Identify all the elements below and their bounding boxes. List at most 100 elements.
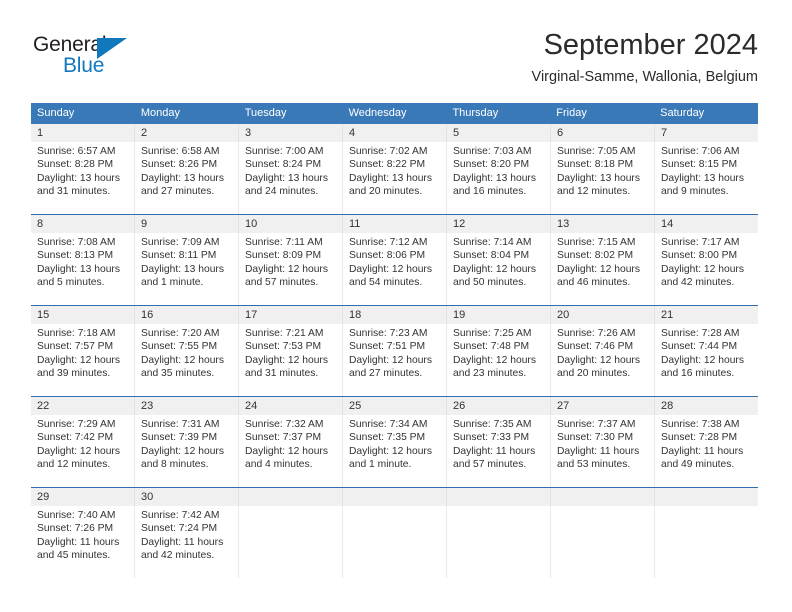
- day-number[interactable]: 17: [238, 306, 342, 324]
- sunrise-text: Sunrise: 7:37 AM: [557, 419, 636, 430]
- sunrise-text: Sunrise: 7:32 AM: [245, 419, 324, 430]
- day-number[interactable]: 21: [654, 306, 758, 324]
- daylight-text-line2: and 20 minutes.: [557, 367, 631, 379]
- day-number[interactable]: 10: [238, 215, 342, 233]
- day-number-band: 1 2 3 4 5 6 7: [31, 124, 758, 142]
- sunrise-text: Sunrise: 6:58 AM: [141, 146, 220, 157]
- day-number-band: 22 23 24 25 26 27 28: [31, 397, 758, 415]
- day-number-empty: [654, 488, 758, 506]
- daylight-text-line1: Daylight: 12 hours: [557, 354, 640, 366]
- day-number[interactable]: 2: [134, 124, 238, 142]
- daylight-text-line2: and 1 minute.: [141, 276, 204, 288]
- day-cell: Sunrise: 7:17 AM Sunset: 8:00 PM Dayligh…: [654, 233, 758, 305]
- day-cell-empty: [446, 506, 550, 578]
- daylight-text-line2: and 5 minutes.: [37, 276, 105, 288]
- day-number[interactable]: 4: [342, 124, 446, 142]
- weekday-header-row: Sunday Monday Tuesday Wednesday Thursday…: [31, 103, 758, 124]
- day-number[interactable]: 24: [238, 397, 342, 415]
- sunrise-text: Sunrise: 7:09 AM: [141, 237, 220, 248]
- day-number[interactable]: 25: [342, 397, 446, 415]
- sunset-text: Sunset: 8:22 PM: [349, 159, 426, 171]
- weekday-header-wednesday: Wednesday: [348, 107, 407, 119]
- sunrise-text: Sunrise: 7:35 AM: [453, 419, 532, 430]
- day-number[interactable]: 20: [550, 306, 654, 324]
- sunset-text: Sunset: 7:48 PM: [453, 341, 530, 353]
- daylight-text-line2: and 53 minutes.: [557, 458, 631, 470]
- daylight-text-line1: Daylight: 13 hours: [245, 172, 328, 184]
- day-cell-empty: [342, 506, 446, 578]
- day-detail-band: Sunrise: 7:18 AM Sunset: 7:57 PM Dayligh…: [31, 324, 758, 396]
- calendar-page: General Blue September 2024 Virginal-Sam…: [0, 0, 792, 612]
- page-title: September 2024: [543, 29, 758, 61]
- day-cell: Sunrise: 7:08 AM Sunset: 8:13 PM Dayligh…: [31, 233, 134, 305]
- daylight-text-line1: Daylight: 12 hours: [557, 263, 640, 275]
- sunrise-text: Sunrise: 7:23 AM: [349, 328, 428, 339]
- day-cell-empty: [238, 506, 342, 578]
- sunset-text: Sunset: 7:55 PM: [141, 341, 218, 353]
- day-number[interactable]: 14: [654, 215, 758, 233]
- sunset-text: Sunset: 8:02 PM: [557, 250, 634, 262]
- day-cell: Sunrise: 7:25 AM Sunset: 7:48 PM Dayligh…: [446, 324, 550, 396]
- day-number[interactable]: 6: [550, 124, 654, 142]
- week-row: 29 30 Sunrise: 7:40 AM Sunset: 7:26 PM D…: [31, 487, 758, 578]
- day-number[interactable]: 23: [134, 397, 238, 415]
- day-number[interactable]: 11: [342, 215, 446, 233]
- sunset-text: Sunset: 8:06 PM: [349, 250, 426, 262]
- day-number[interactable]: 9: [134, 215, 238, 233]
- day-number[interactable]: 30: [134, 488, 238, 506]
- day-cell: Sunrise: 7:03 AM Sunset: 8:20 PM Dayligh…: [446, 142, 550, 214]
- day-cell: Sunrise: 7:15 AM Sunset: 8:02 PM Dayligh…: [550, 233, 654, 305]
- sunset-text: Sunset: 7:42 PM: [37, 432, 114, 444]
- day-cell: Sunrise: 7:28 AM Sunset: 7:44 PM Dayligh…: [654, 324, 758, 396]
- sunset-text: Sunset: 8:18 PM: [557, 159, 634, 171]
- day-number-band: 8 9 10 11 12 13 14: [31, 215, 758, 233]
- sunset-text: Sunset: 7:57 PM: [37, 341, 114, 353]
- sunset-text: Sunset: 7:39 PM: [141, 432, 218, 444]
- sunrise-text: Sunrise: 7:40 AM: [37, 510, 116, 521]
- daylight-text-line1: Daylight: 11 hours: [453, 445, 536, 457]
- daylight-text-line1: Daylight: 12 hours: [349, 445, 432, 457]
- week-row: 22 23 24 25 26 27 28 Sunrise: 7:29 AM Su…: [31, 396, 758, 487]
- daylight-text-line1: Daylight: 12 hours: [245, 354, 328, 366]
- day-cell: Sunrise: 7:37 AM Sunset: 7:30 PM Dayligh…: [550, 415, 654, 487]
- daylight-text-line2: and 42 minutes.: [661, 276, 735, 288]
- sunrise-text: Sunrise: 7:34 AM: [349, 419, 428, 430]
- day-cell: Sunrise: 7:11 AM Sunset: 8:09 PM Dayligh…: [238, 233, 342, 305]
- day-number[interactable]: 15: [31, 306, 134, 324]
- day-number[interactable]: 16: [134, 306, 238, 324]
- day-number[interactable]: 27: [550, 397, 654, 415]
- daylight-text-line1: Daylight: 12 hours: [453, 263, 536, 275]
- day-number[interactable]: 28: [654, 397, 758, 415]
- day-number[interactable]: 26: [446, 397, 550, 415]
- daylight-text-line1: Daylight: 13 hours: [37, 263, 120, 275]
- daylight-text-line2: and 50 minutes.: [453, 276, 527, 288]
- day-detail-band: Sunrise: 7:08 AM Sunset: 8:13 PM Dayligh…: [31, 233, 758, 305]
- sunrise-text: Sunrise: 7:12 AM: [349, 237, 428, 248]
- day-number-empty: [550, 488, 654, 506]
- sunrise-text: Sunrise: 7:08 AM: [37, 237, 116, 248]
- week-row: 8 9 10 11 12 13 14 Sunrise: 7:08 AM Suns…: [31, 214, 758, 305]
- day-number[interactable]: 19: [446, 306, 550, 324]
- day-detail-band: Sunrise: 6:57 AM Sunset: 8:28 PM Dayligh…: [31, 142, 758, 214]
- day-number[interactable]: 8: [31, 215, 134, 233]
- sunset-text: Sunset: 8:28 PM: [37, 159, 114, 171]
- weekday-header-saturday: Saturday: [660, 107, 705, 119]
- sunrise-text: Sunrise: 6:57 AM: [37, 146, 116, 157]
- day-number-empty: [238, 488, 342, 506]
- day-number[interactable]: 3: [238, 124, 342, 142]
- day-number[interactable]: 1: [31, 124, 134, 142]
- day-cell: Sunrise: 7:23 AM Sunset: 7:51 PM Dayligh…: [342, 324, 446, 396]
- day-number[interactable]: 18: [342, 306, 446, 324]
- sunrise-text: Sunrise: 7:00 AM: [245, 146, 324, 157]
- sunset-text: Sunset: 7:33 PM: [453, 432, 530, 444]
- day-number[interactable]: 5: [446, 124, 550, 142]
- day-number[interactable]: 29: [31, 488, 134, 506]
- day-number[interactable]: 12: [446, 215, 550, 233]
- sunset-text: Sunset: 8:15 PM: [661, 159, 738, 171]
- day-number[interactable]: 7: [654, 124, 758, 142]
- sunset-text: Sunset: 8:24 PM: [245, 159, 322, 171]
- day-number[interactable]: 13: [550, 215, 654, 233]
- daylight-text-line1: Daylight: 12 hours: [661, 354, 744, 366]
- sunrise-text: Sunrise: 7:11 AM: [245, 237, 323, 248]
- day-number[interactable]: 22: [31, 397, 134, 415]
